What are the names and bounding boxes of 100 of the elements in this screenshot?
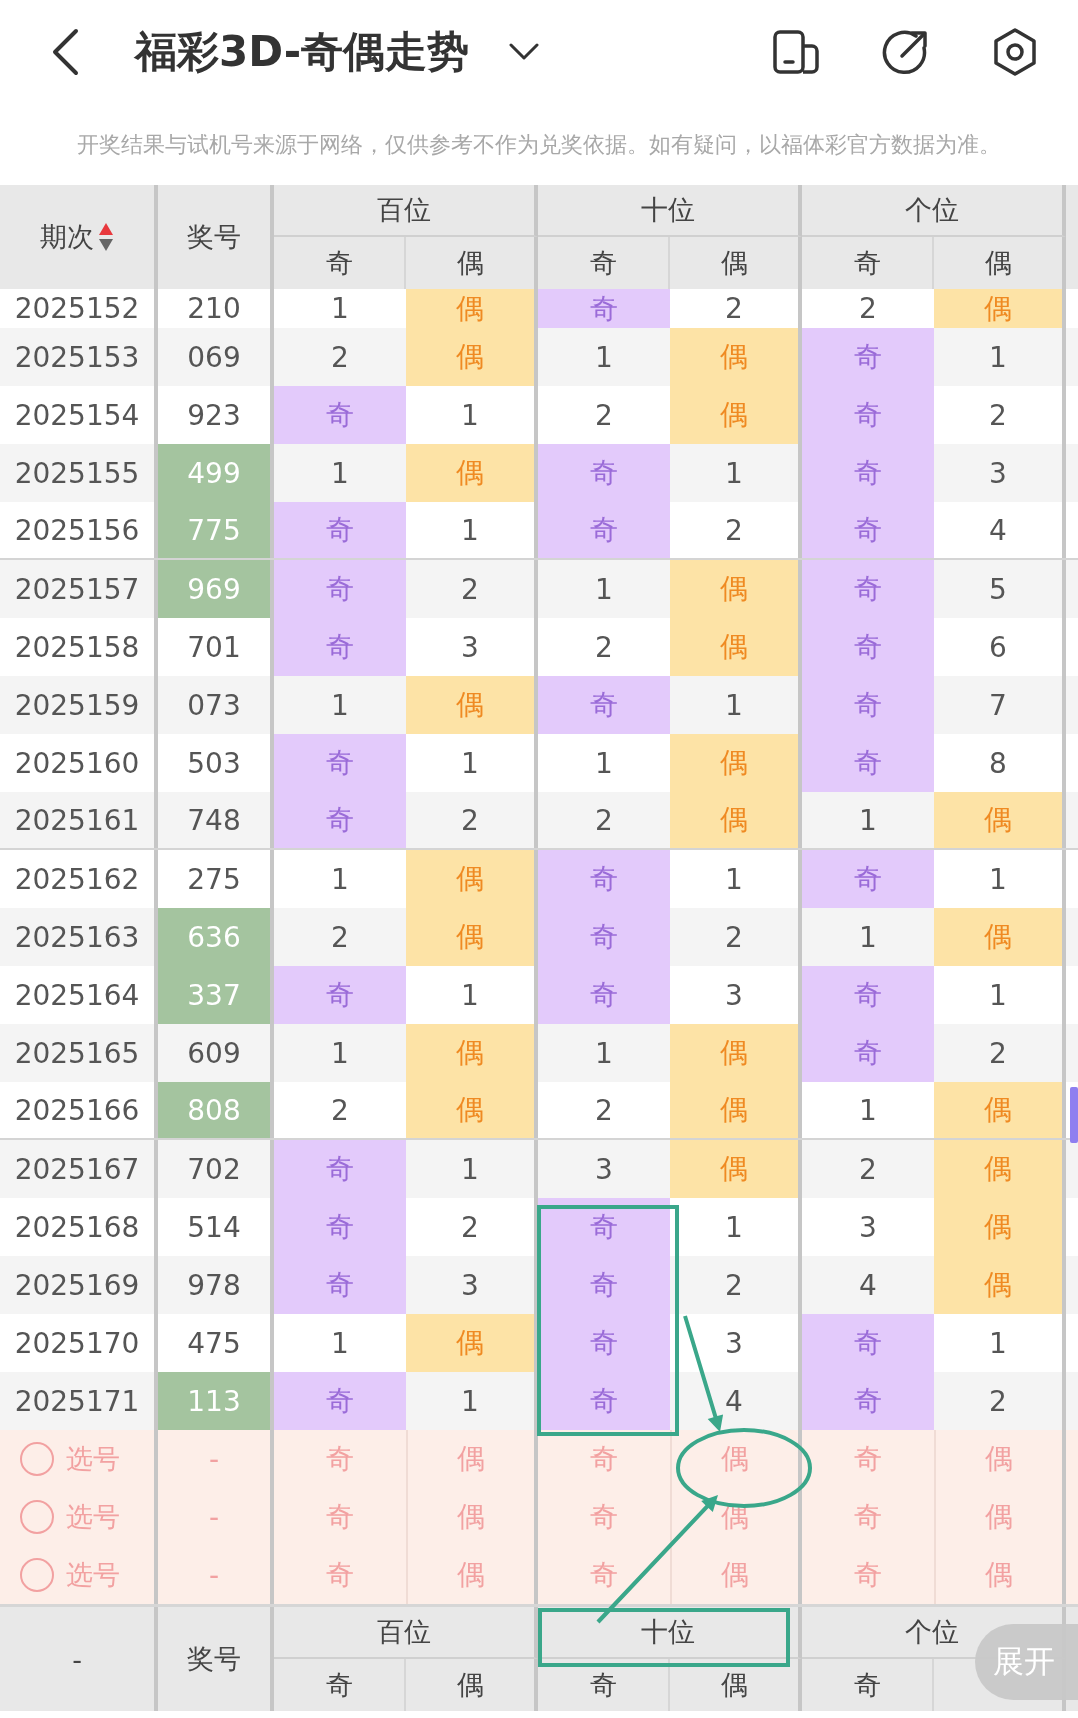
parity-option[interactable]: 奇 bbox=[802, 1488, 934, 1546]
parity-option[interactable]: 奇 bbox=[274, 1546, 406, 1604]
parity-option[interactable]: 奇 bbox=[538, 1430, 670, 1488]
column-header: 奖号 bbox=[158, 1607, 274, 1711]
miss-count-cell-text: 1 bbox=[330, 861, 350, 898]
parity-cell: 偶 bbox=[670, 1082, 802, 1138]
parity-option[interactable]: 奇 bbox=[538, 1546, 670, 1604]
number-cell: 113 bbox=[158, 1372, 274, 1430]
parity-cell: 奇 bbox=[274, 1372, 406, 1430]
parity-cell: 奇 bbox=[274, 966, 406, 1024]
parity-option[interactable]: 奇 bbox=[274, 1488, 406, 1546]
back-button[interactable] bbox=[50, 28, 80, 76]
miss-count-cell-text: 2 bbox=[594, 397, 614, 434]
parity-cell: 奇 bbox=[802, 386, 934, 444]
parity-cell: 奇 bbox=[274, 1198, 406, 1256]
parity-cell: 偶 bbox=[406, 908, 538, 966]
settings-icon[interactable] bbox=[992, 27, 1038, 77]
parity-cell: 奇 bbox=[274, 734, 406, 792]
parity-cell: 奇 bbox=[538, 1198, 670, 1256]
parity-cell: 偶 bbox=[934, 908, 1066, 966]
parity-option[interactable]: 奇 bbox=[274, 1430, 406, 1488]
column-header: - bbox=[0, 1607, 158, 1711]
column-group-header: 百位 bbox=[274, 185, 538, 237]
miss-count-cell-text: 2 bbox=[594, 1092, 614, 1129]
parity-cell: 奇 bbox=[538, 1314, 670, 1372]
parity-cell: 奇 bbox=[538, 1256, 670, 1314]
miss-count-cell-text: 1 bbox=[858, 919, 878, 956]
radio-button[interactable] bbox=[20, 1500, 54, 1534]
parity-cell: 奇 bbox=[802, 502, 934, 558]
parity-cell: 奇 bbox=[274, 1256, 406, 1314]
miss-count-cell-text: 2 bbox=[858, 1151, 878, 1188]
devices-icon[interactable] bbox=[772, 29, 820, 75]
disclaimer-text: 开奖结果与试机号来源于网络，仅供参考不作为兑奖依据。如有疑问，以福体彩官方数据为准。 bbox=[77, 130, 1001, 159]
sort-icon[interactable] bbox=[98, 222, 114, 252]
miss-count-cell-text: 2 bbox=[330, 339, 350, 376]
parity-cell: 奇 bbox=[538, 676, 670, 734]
parity-cell: 偶 bbox=[670, 1140, 802, 1198]
parity-cell: 偶 bbox=[406, 289, 538, 328]
parity-cell: 偶 bbox=[670, 386, 802, 444]
parity-cell: 偶 bbox=[406, 850, 538, 908]
parity-cell: 偶 bbox=[670, 734, 802, 792]
pick-label: 选号 bbox=[66, 1558, 120, 1592]
radio-button[interactable] bbox=[20, 1558, 54, 1592]
page-title: 福彩3D-奇偶走势 bbox=[135, 26, 470, 78]
parity-cell: 偶 bbox=[406, 1082, 538, 1138]
parity-cell: 奇 bbox=[274, 386, 406, 444]
share-icon[interactable] bbox=[882, 28, 930, 76]
parity-option[interactable]: 奇 bbox=[802, 1546, 934, 1604]
miss-count-cell-text: 2 bbox=[330, 919, 350, 956]
number-cell: 636 bbox=[158, 908, 274, 966]
miss-count-cell-text: 1 bbox=[330, 1035, 350, 1072]
parity-option[interactable]: 奇 bbox=[538, 1488, 670, 1546]
column-header: 奇 bbox=[802, 1659, 934, 1711]
parity-cell: 奇 bbox=[802, 1372, 934, 1430]
miss-count-cell-text: 1 bbox=[330, 291, 350, 327]
parity-cell: 偶 bbox=[934, 289, 1066, 328]
parity-cell: 奇 bbox=[538, 908, 670, 966]
parity-cell: 偶 bbox=[406, 1314, 538, 1372]
parity-cell: 偶 bbox=[934, 1256, 1066, 1314]
number-cell: 808 bbox=[158, 1082, 274, 1138]
parity-cell: 奇 bbox=[274, 502, 406, 558]
parity-cell: 奇 bbox=[802, 1314, 934, 1372]
number-cell: 775 bbox=[158, 502, 274, 558]
dropdown-button[interactable] bbox=[509, 43, 540, 61]
miss-count-cell-text: 1 bbox=[594, 571, 614, 608]
miss-count-cell-text: 1 bbox=[594, 339, 614, 376]
number-cell: 969 bbox=[158, 560, 274, 618]
parity-cell: 奇 bbox=[538, 289, 670, 328]
parity-cell: 奇 bbox=[802, 966, 934, 1024]
parity-cell: 奇 bbox=[802, 734, 934, 792]
parity-cell: 奇 bbox=[802, 444, 934, 502]
parity-cell: 偶 bbox=[670, 618, 802, 676]
number-cell: 337 bbox=[158, 966, 274, 1024]
parity-cell: 奇 bbox=[802, 618, 934, 676]
parity-cell: 偶 bbox=[934, 1140, 1066, 1198]
parity-cell: 奇 bbox=[802, 328, 934, 386]
column-header: 偶 bbox=[406, 1659, 538, 1711]
parity-cell: 偶 bbox=[670, 792, 802, 848]
column-header: 期次 bbox=[40, 220, 94, 254]
miss-count-cell-text: 2 bbox=[594, 802, 614, 839]
column-group-header: 百位 bbox=[274, 1607, 538, 1659]
column-header: 奇 bbox=[538, 1659, 670, 1711]
miss-count-cell-text: 1 bbox=[330, 687, 350, 724]
column-group-header: 十位 bbox=[538, 1607, 802, 1659]
pick-label: 选号 bbox=[66, 1500, 120, 1534]
parity-cell: 偶 bbox=[406, 328, 538, 386]
scroll-thumb[interactable] bbox=[1070, 1087, 1078, 1143]
miss-count-cell-text: 2 bbox=[858, 291, 878, 327]
miss-count-cell-text: 2 bbox=[594, 629, 614, 666]
parity-option[interactable]: 奇 bbox=[802, 1430, 934, 1488]
parity-cell: 偶 bbox=[934, 1198, 1066, 1256]
column-header: 偶 bbox=[670, 1659, 802, 1711]
radio-button[interactable] bbox=[20, 1442, 54, 1476]
parity-cell: 奇 bbox=[274, 792, 406, 848]
parity-cell: 奇 bbox=[274, 618, 406, 676]
number-cell: 499 bbox=[158, 444, 274, 502]
parity-cell: 偶 bbox=[406, 676, 538, 734]
miss-count-cell-text: 1 bbox=[594, 1035, 614, 1072]
parity-cell: 奇 bbox=[538, 850, 670, 908]
parity-cell: 奇 bbox=[802, 676, 934, 734]
